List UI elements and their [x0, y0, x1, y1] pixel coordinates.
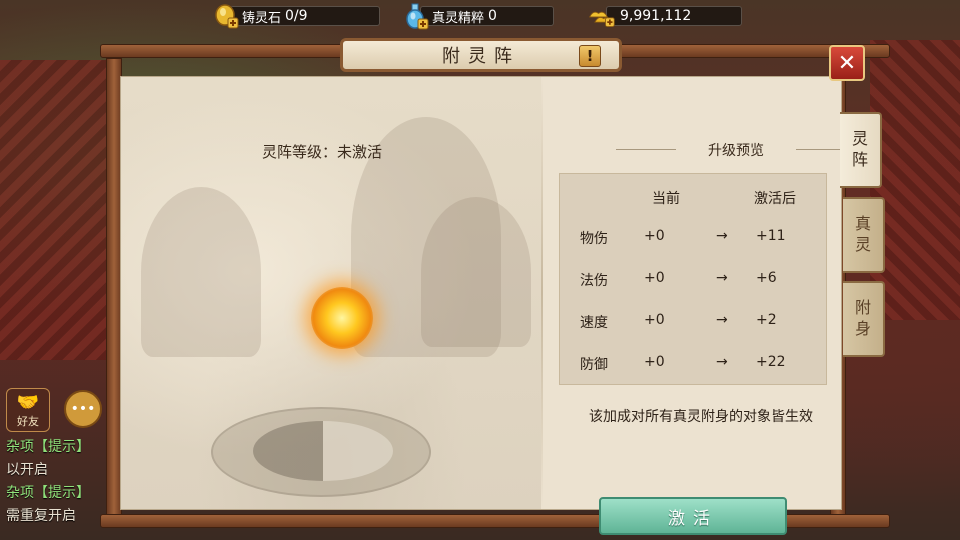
taiji-platform	[211, 407, 431, 497]
upgrade-preview-title: 升级预览	[616, 140, 856, 160]
header-after: 激活后	[754, 191, 796, 207]
background-mountain	[141, 187, 261, 357]
activate-button[interactable]: 激活	[599, 497, 787, 535]
resource-gold[interactable]: 9,991,112	[588, 2, 742, 30]
title-plaque: 附灵阵 !	[340, 38, 622, 72]
background-mountain	[421, 197, 531, 347]
spirit-essence-label: 真灵精粹	[432, 10, 485, 26]
chat-line: 需重复开启	[6, 508, 76, 524]
panel-content: 灵阵等级：未激活 升级预览 当前 激活后 物伤 +0 → +11 法伤 +0 →…	[120, 76, 856, 535]
stat-current: +0	[644, 228, 665, 244]
chat-line: 杂项【提示】	[6, 436, 90, 456]
arrow-right-icon: →	[716, 312, 728, 328]
stat-name: 物伤	[580, 231, 608, 247]
tab-spirit-array[interactable]: 灵 阵	[840, 112, 882, 188]
chat-channel-tag: 杂项	[6, 439, 34, 455]
bonus-note: 该加成对所有真灵附身的对象皆生效	[589, 409, 813, 425]
tab-label: 附	[854, 298, 871, 318]
friends-button[interactable]: 🤝 好友	[6, 388, 50, 432]
stat-current: +0	[644, 312, 665, 328]
help-button[interactable]: !	[579, 45, 601, 67]
arrow-right-icon: →	[716, 228, 728, 244]
array-level-text: 灵阵等级：未激活	[262, 143, 383, 161]
arrow-right-icon: →	[716, 354, 728, 370]
stat-preview-table: 当前 激活后 物伤 +0 → +11 法伤 +0 → +6 速度 +0 → +2	[559, 173, 827, 385]
tab-label: 灵	[851, 129, 868, 149]
tab-label: 阵	[851, 150, 868, 169]
chat-line: 以开启	[6, 462, 48, 478]
chat-tag-suffix: 【提示】	[34, 485, 90, 501]
stat-name: 法伤	[580, 273, 608, 289]
friends-label: 好友	[17, 415, 39, 428]
pane-divider	[541, 77, 543, 509]
casting-stone-value: 0/9	[285, 8, 308, 24]
gold-value: 9,991,112	[620, 8, 692, 24]
background-roof-left	[0, 60, 110, 360]
resource-spirit-essence[interactable]: 真灵精粹 0	[402, 2, 554, 30]
spirit-array-panel: 灵阵等级：未激活 升级预览 当前 激活后 物伤 +0 → +11 法伤 +0 →…	[100, 38, 890, 535]
stat-name: 防御	[580, 357, 608, 373]
gold-ingot-plus-icon[interactable]	[212, 2, 240, 30]
resource-casting-stone[interactable]: 铸灵石 0/9	[212, 2, 380, 30]
tab-label: 身	[854, 319, 871, 338]
spirit-orb-icon[interactable]	[311, 287, 373, 349]
tab-label: 真	[854, 214, 871, 234]
tab-possession[interactable]: 附 身	[843, 281, 885, 357]
stat-after: +22	[756, 354, 786, 370]
stat-after: +11	[756, 228, 786, 244]
panel-title: 附灵阵	[442, 46, 520, 67]
chat-bubble-icon[interactable]: •••	[64, 390, 102, 428]
handshake-icon: 🤝	[16, 392, 40, 413]
chat-tag-suffix: 【提示】	[34, 439, 90, 455]
chat-channel-tag: 杂项	[6, 485, 34, 501]
stat-after: +2	[756, 312, 777, 328]
casting-stone-label: 铸灵石	[242, 10, 282, 26]
stat-current: +0	[644, 354, 665, 370]
stat-name: 速度	[580, 315, 608, 331]
gold-ingots-plus-icon[interactable]	[588, 2, 616, 30]
stat-current: +0	[644, 270, 665, 286]
header-current: 当前	[652, 191, 680, 207]
close-button[interactable]: ✕	[829, 45, 865, 81]
chat-line: 杂项【提示】	[6, 482, 90, 502]
arrow-right-icon: →	[716, 270, 728, 286]
tab-label: 灵	[854, 235, 871, 254]
stat-after: +6	[756, 270, 777, 286]
tab-true-spirit[interactable]: 真 灵	[843, 197, 885, 273]
blue-flask-plus-icon[interactable]	[402, 2, 430, 30]
spirit-essence-value: 0	[488, 8, 497, 24]
taiji-symbol	[253, 421, 393, 481]
